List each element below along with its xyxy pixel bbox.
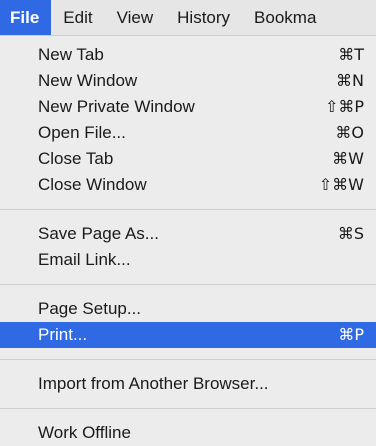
menu-item-label: Page Setup... <box>38 299 142 318</box>
menubar-view[interactable]: View <box>105 0 166 35</box>
menu-separator <box>0 408 376 409</box>
menubar-edit[interactable]: Edit <box>51 0 104 35</box>
menu-item-save-page-as[interactable]: Save Page As... ⌘S <box>0 221 376 247</box>
menu-item-label: Open File... <box>38 123 126 142</box>
menu-item-shortcut: ⌘S <box>337 224 364 243</box>
menu-item-label: Save Page As... <box>38 224 159 243</box>
menu-item-page-setup[interactable]: Page Setup... <box>0 296 376 322</box>
menu-item-shortcut: ⇧⌘P <box>324 97 364 116</box>
menu-bar: File Edit View History Bookma <box>0 0 376 36</box>
menu-item-shortcut: ⌘N <box>336 71 364 90</box>
menubar-history[interactable]: History <box>165 0 242 35</box>
menu-item-new-window[interactable]: New Window ⌘N <box>0 68 376 94</box>
menubar-bookmarks[interactable]: Bookma <box>242 0 328 35</box>
menu-item-shortcut: ⌘W <box>332 149 364 168</box>
menu-separator <box>0 284 376 285</box>
menu-item-email-link[interactable]: Email Link... <box>0 247 376 273</box>
menu-separator <box>0 359 376 360</box>
menu-item-shortcut: ⌘P <box>338 325 364 344</box>
menu-item-new-private-window[interactable]: New Private Window ⇧⌘P <box>0 94 376 120</box>
menu-item-shortcut: ⇧⌘W <box>318 175 364 194</box>
menu-item-shortcut: ⌘T <box>338 45 364 64</box>
menu-item-label: New Window <box>38 71 138 90</box>
menubar-file[interactable]: File <box>0 0 52 35</box>
menu-item-close-tab[interactable]: Close Tab ⌘W <box>0 146 376 172</box>
menu-item-shortcut: ⌘O <box>335 123 364 142</box>
menu-item-close-window[interactable]: Close Window ⇧⌘W <box>0 172 376 198</box>
menu-item-print[interactable]: Print... ⌘P <box>0 322 376 348</box>
menu-item-label: Print... <box>38 325 88 344</box>
menu-item-label: Close Window <box>38 175 147 194</box>
menu-item-label: Close Tab <box>38 149 114 168</box>
menu-item-label: New Tab <box>38 45 104 64</box>
menu-item-work-offline[interactable]: Work Offline <box>0 420 376 446</box>
menu-item-label: Import from Another Browser... <box>38 374 269 393</box>
menu-separator <box>0 209 376 210</box>
menu-item-open-file[interactable]: Open File... ⌘O <box>0 120 376 146</box>
menu-item-label: Email Link... <box>38 250 131 269</box>
menu-item-import-from-another-browser[interactable]: Import from Another Browser... <box>0 371 376 397</box>
menu-item-label: New Private Window <box>38 97 195 116</box>
menu-item-new-tab[interactable]: New Tab ⌘T <box>0 42 376 68</box>
file-menu-dropdown: New Tab ⌘T New Window ⌘N New Private Win… <box>0 36 376 442</box>
menu-item-label: Work Offline <box>38 423 131 442</box>
